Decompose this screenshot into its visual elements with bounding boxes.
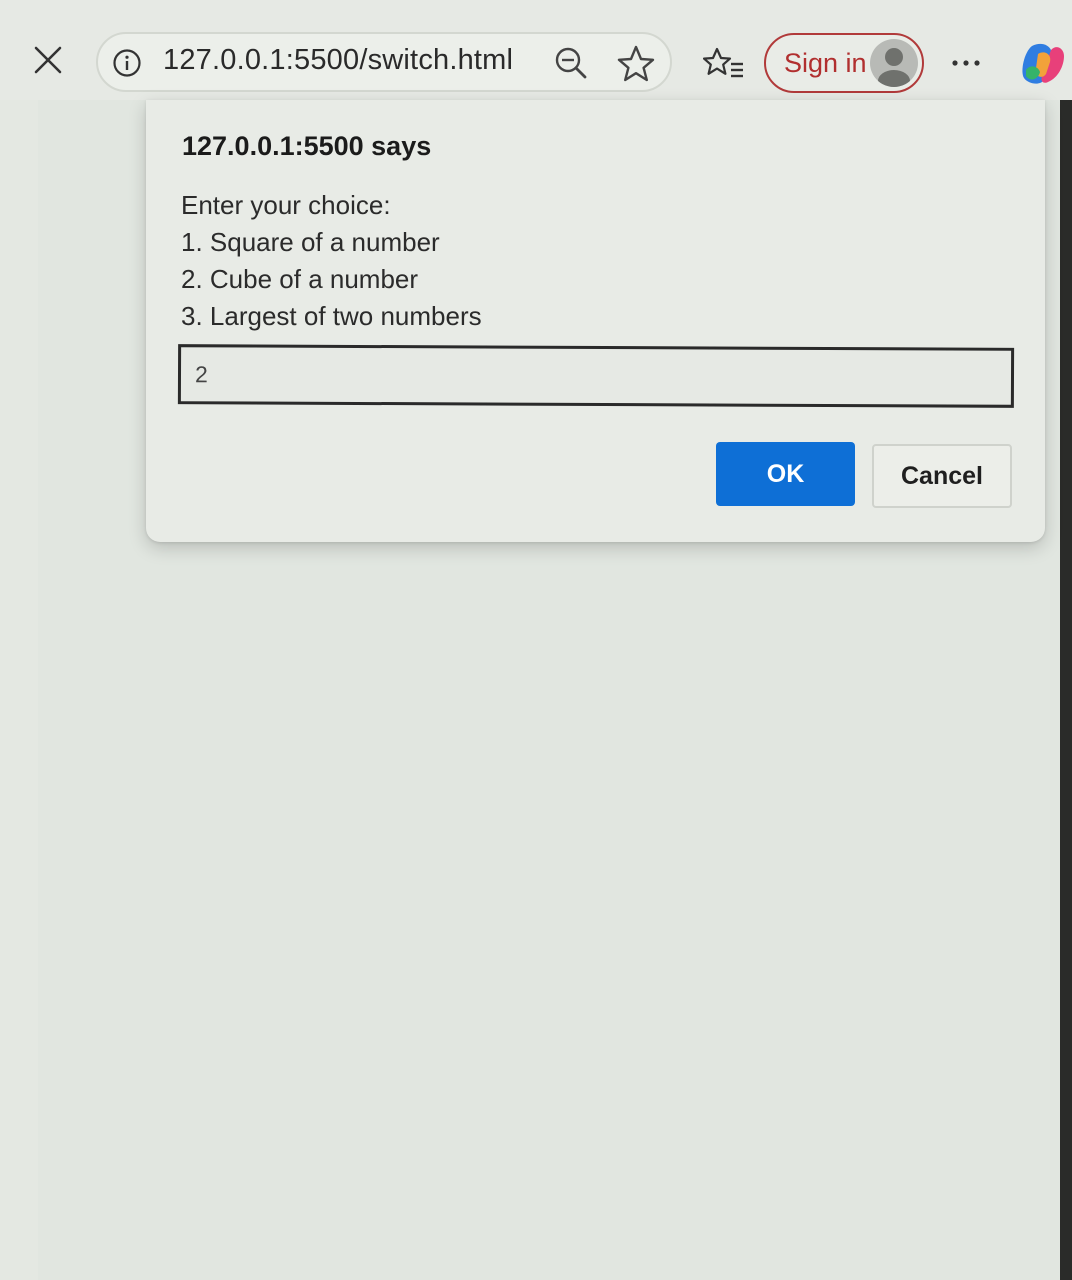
browser-toolbar: 127.0.0.1:5500/switch.html Sign in [0, 0, 1072, 100]
copilot-icon[interactable] [1018, 40, 1068, 88]
sign-in-label: Sign in [784, 48, 867, 78]
dialog-message-line: 1. Square of a number [181, 227, 440, 257]
info-icon[interactable] [112, 48, 142, 78]
cancel-button[interactable]: Cancel [872, 444, 1012, 508]
dialog-message-line: Enter your choice: [181, 190, 391, 220]
sign-in-button[interactable]: Sign in [764, 33, 924, 93]
dialog-message-line: 2. Cube of a number [181, 264, 419, 294]
ok-button[interactable]: OK [716, 442, 855, 506]
screen-bezel [1060, 100, 1072, 1280]
dialog-message: Enter your choice: 1. Square of a number… [181, 187, 482, 335]
profile-avatar-icon [870, 39, 918, 87]
star-icon[interactable] [615, 43, 657, 85]
prompt-dialog: 127.0.0.1:5500 says Enter your choice: 1… [146, 100, 1045, 542]
dialog-title: 127.0.0.1:5500 says [182, 131, 432, 161]
page-left-margin [0, 100, 38, 1280]
dialog-message-line: 3. Largest of two numbers [181, 301, 482, 331]
favorites-list-icon[interactable] [702, 44, 745, 84]
address-bar-url[interactable]: 127.0.0.1:5500/switch.html [163, 44, 513, 77]
more-options-icon[interactable] [946, 48, 986, 78]
zoom-out-icon[interactable] [552, 44, 590, 82]
prompt-input[interactable] [177, 344, 1015, 408]
close-icon[interactable] [28, 40, 68, 80]
